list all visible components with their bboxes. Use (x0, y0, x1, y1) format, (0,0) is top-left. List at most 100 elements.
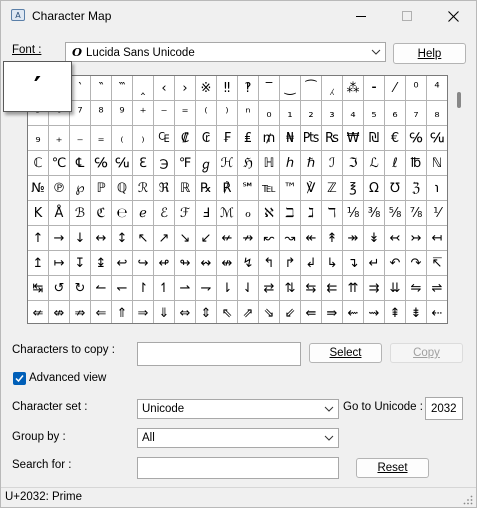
char-cell[interactable]: ℔ (406, 151, 427, 176)
char-cell[interactable]: ℓ (385, 151, 406, 176)
char-cell[interactable]: ℭ (91, 201, 112, 226)
char-cell[interactable]: ⇖ (217, 301, 238, 323)
char-cell[interactable]: ↲ (301, 251, 322, 276)
char-cell[interactable]: ₠ (154, 126, 175, 151)
char-cell[interactable]: ‼ (217, 76, 238, 101)
char-cell[interactable]: ↚ (217, 226, 238, 251)
char-cell[interactable]: ⇍ (28, 301, 49, 323)
char-cell[interactable]: ⁼ (175, 101, 196, 126)
char-cell[interactable]: ↸ (427, 251, 447, 276)
char-cell[interactable]: ₇ (406, 101, 427, 126)
char-cell[interactable]: ℮ (112, 201, 133, 226)
char-cell[interactable]: ↶ (385, 251, 406, 276)
scrollbar-thumb[interactable] (457, 92, 461, 108)
char-cell[interactable]: ₈ (427, 101, 447, 126)
char-cell[interactable]: ₦ (280, 126, 301, 151)
char-cell[interactable]: ↾ (133, 276, 154, 301)
char-cell[interactable]: ↯ (238, 251, 259, 276)
char-cell[interactable]: ↓ (70, 226, 91, 251)
char-cell[interactable]: ↟ (322, 226, 343, 251)
char-cell[interactable]: € (385, 126, 406, 151)
char-cell[interactable]: ℵ (259, 201, 280, 226)
char-cell[interactable]: ₉ (28, 126, 49, 151)
char-cell[interactable]: ℑ (343, 151, 364, 176)
copy-button[interactable]: Copy (390, 343, 463, 363)
char-cell[interactable]: ℕ (427, 151, 447, 176)
advanced-view-label[interactable]: Advanced view (29, 372, 106, 384)
char-cell[interactable]: ₍ (112, 126, 133, 151)
character-grid[interactable]: ⁗‴‵‶‷‸‹›※‼‽‾‿⁀⁁⁂⁃⁄⁰⁴⁵⁶⁷⁸⁹⁺⁻⁼⁽⁾ⁿ₀₁₂₃₄₅₆₇₈… (27, 75, 448, 324)
char-cell[interactable]: ℍ (259, 151, 280, 176)
char-cell[interactable]: ⁷ (70, 101, 91, 126)
char-cell[interactable]: ⇈ (343, 276, 364, 301)
char-cell[interactable]: ↭ (196, 251, 217, 276)
char-cell[interactable]: ⇐ (91, 301, 112, 323)
char-cell[interactable]: ↪ (133, 251, 154, 276)
char-cell[interactable]: ⇙ (280, 301, 301, 323)
char-cell[interactable]: ℱ (175, 201, 196, 226)
char-cell[interactable]: ⇄ (259, 276, 280, 301)
char-cell[interactable]: ℂ (28, 151, 49, 176)
char-cell[interactable]: ↖ (133, 226, 154, 251)
char-cell[interactable]: ℶ (280, 201, 301, 226)
char-cell[interactable]: ⇋ (406, 276, 427, 301)
char-cell[interactable]: ↺ (49, 276, 70, 301)
char-cell[interactable]: ⇇ (322, 276, 343, 301)
char-cell[interactable]: ↕ (112, 226, 133, 251)
char-cell[interactable]: ⇁ (196, 276, 217, 301)
char-cell[interactable]: ‿ (280, 76, 301, 101)
char-cell[interactable]: ↼ (91, 276, 112, 301)
char-cell[interactable]: ‷ (112, 76, 133, 101)
char-cell[interactable]: ℎ (280, 151, 301, 176)
char-cell[interactable]: ℝ (175, 176, 196, 201)
char-cell[interactable]: ↥ (28, 251, 49, 276)
char-cell[interactable]: ℌ (238, 151, 259, 176)
char-cell[interactable]: Ω (364, 176, 385, 201)
char-cell[interactable]: ₌ (91, 126, 112, 151)
resize-grip-icon[interactable] (463, 495, 473, 505)
char-cell[interactable]: ₥ (259, 126, 280, 151)
char-cell[interactable]: ⁀ (301, 76, 322, 101)
chars-to-copy-field[interactable] (137, 342, 301, 366)
char-cell[interactable]: ℘ (70, 176, 91, 201)
go-to-unicode-field[interactable]: 2032 (425, 397, 463, 420)
advanced-view-checkbox[interactable] (13, 372, 26, 385)
char-cell[interactable]: ℧ (385, 176, 406, 201)
char-cell[interactable]: ↫ (154, 251, 175, 276)
char-cell[interactable]: ℅ (91, 151, 112, 176)
char-cell[interactable]: ↛ (238, 226, 259, 251)
char-cell[interactable]: ⇕ (196, 301, 217, 323)
char-cell[interactable]: ⁂ (343, 76, 364, 101)
char-cell[interactable]: ℇ (133, 151, 154, 176)
char-cell[interactable]: ℞ (196, 176, 217, 201)
char-cell[interactable]: ⇊ (385, 276, 406, 301)
char-cell[interactable]: ↔ (91, 226, 112, 251)
char-cell[interactable]: ↞ (301, 226, 322, 251)
char-cell[interactable]: ℐ (322, 151, 343, 176)
char-cell[interactable]: ⇏ (70, 301, 91, 323)
char-cell[interactable]: ⇠ (427, 301, 447, 323)
search-field[interactable] (137, 457, 339, 479)
char-cell[interactable]: ⁸ (91, 101, 112, 126)
char-cell[interactable]: ⁽ (196, 101, 217, 126)
char-cell[interactable]: ↦ (49, 251, 70, 276)
char-cell[interactable]: → (49, 226, 70, 251)
char-cell[interactable]: ‹ (154, 76, 175, 101)
char-cell[interactable]: ⅝ (385, 201, 406, 226)
char-cell[interactable]: › (175, 76, 196, 101)
char-cell[interactable]: ℊ (196, 151, 217, 176)
char-cell[interactable]: ℳ (217, 201, 238, 226)
char-cell[interactable]: ⇞ (385, 301, 406, 323)
char-cell[interactable]: ⇉ (364, 276, 385, 301)
char-cell[interactable]: ↘ (175, 226, 196, 251)
char-cell[interactable]: ↿ (154, 276, 175, 301)
char-cell[interactable]: № (28, 176, 49, 201)
char-cell[interactable]: ↤ (427, 226, 447, 251)
close-button[interactable] (430, 1, 476, 31)
char-cell[interactable]: ↝ (280, 226, 301, 251)
char-cell[interactable]: ₩ (343, 126, 364, 151)
char-cell[interactable]: ™ (280, 176, 301, 201)
char-cell[interactable]: ↡ (364, 226, 385, 251)
char-cell[interactable]: ℚ (112, 176, 133, 201)
char-cell[interactable]: ⁃ (364, 76, 385, 101)
